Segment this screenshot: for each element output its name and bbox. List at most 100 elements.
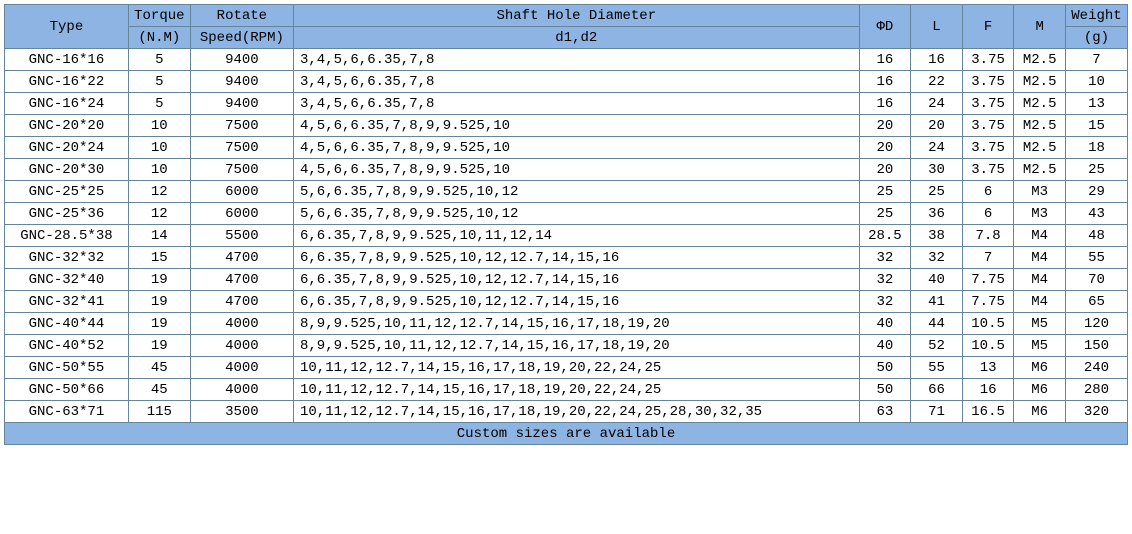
cell-d1d2: 6,6.35,7,8,9,9.525,10,12,12.7,14,15,16 — [293, 247, 859, 269]
cell-f: 16 — [962, 379, 1014, 401]
table-row: GNC-25*251260005,6,6.35,7,8,9,9.525,10,1… — [5, 181, 1128, 203]
cell-m: M6 — [1014, 379, 1066, 401]
cell-speed: 7500 — [190, 115, 293, 137]
cell-wt: 48 — [1065, 225, 1127, 247]
cell-type: GNC-16*24 — [5, 93, 129, 115]
cell-phid: 28.5 — [859, 225, 911, 247]
cell-m: M4 — [1014, 291, 1066, 313]
cell-torque: 10 — [128, 137, 190, 159]
cell-m: M5 — [1014, 313, 1066, 335]
cell-l: 44 — [911, 313, 963, 335]
cell-speed: 4700 — [190, 291, 293, 313]
cell-l: 52 — [911, 335, 963, 357]
cell-m: M6 — [1014, 357, 1066, 379]
header-f: F — [962, 5, 1014, 49]
header-shaft: Shaft Hole Diameter — [293, 5, 859, 27]
cell-speed: 9400 — [190, 93, 293, 115]
cell-type: GNC-50*66 — [5, 379, 129, 401]
table-row: GNC-63*71115350010,11,12,12.7,14,15,16,1… — [5, 401, 1128, 423]
cell-wt: 7 — [1065, 49, 1127, 71]
cell-d1d2: 10,11,12,12.7,14,15,16,17,18,19,20,22,24… — [293, 379, 859, 401]
cell-phid: 40 — [859, 335, 911, 357]
cell-d1d2: 4,5,6,6.35,7,8,9,9.525,10 — [293, 159, 859, 181]
header-phid: ΦD — [859, 5, 911, 49]
cell-l: 41 — [911, 291, 963, 313]
cell-f: 3.75 — [962, 137, 1014, 159]
cell-speed: 4000 — [190, 313, 293, 335]
cell-wt: 25 — [1065, 159, 1127, 181]
cell-d1d2: 5,6,6.35,7,8,9,9.525,10,12 — [293, 203, 859, 225]
cell-phid: 32 — [859, 291, 911, 313]
cell-torque: 15 — [128, 247, 190, 269]
cell-speed: 4000 — [190, 379, 293, 401]
cell-speed: 7500 — [190, 137, 293, 159]
cell-phid: 50 — [859, 379, 911, 401]
cell-f: 13 — [962, 357, 1014, 379]
cell-type: GNC-32*40 — [5, 269, 129, 291]
cell-type: GNC-20*20 — [5, 115, 129, 137]
table-row: GNC-50*6645400010,11,12,12.7,14,15,16,17… — [5, 379, 1128, 401]
cell-torque: 45 — [128, 379, 190, 401]
cell-d1d2: 10,11,12,12.7,14,15,16,17,18,19,20,22,24… — [293, 401, 859, 423]
table-row: GNC-20*201075004,5,6,6.35,7,8,9,9.525,10… — [5, 115, 1128, 137]
cell-type: GNC-25*36 — [5, 203, 129, 225]
cell-m: M5 — [1014, 335, 1066, 357]
cell-l: 30 — [911, 159, 963, 181]
cell-wt: 13 — [1065, 93, 1127, 115]
cell-m: M2.5 — [1014, 93, 1066, 115]
cell-f: 6 — [962, 203, 1014, 225]
cell-type: GNC-16*22 — [5, 71, 129, 93]
cell-f: 3.75 — [962, 115, 1014, 137]
cell-speed: 9400 — [190, 49, 293, 71]
cell-d1d2: 4,5,6,6.35,7,8,9,9.525,10 — [293, 115, 859, 137]
cell-wt: 18 — [1065, 137, 1127, 159]
header-speed: Rotate — [190, 5, 293, 27]
cell-type: GNC-40*52 — [5, 335, 129, 357]
cell-l: 40 — [911, 269, 963, 291]
cell-wt: 43 — [1065, 203, 1127, 225]
cell-type: GNC-20*24 — [5, 137, 129, 159]
cell-torque: 5 — [128, 71, 190, 93]
table-row: GNC-32*321547006,6.35,7,8,9,9.525,10,12,… — [5, 247, 1128, 269]
cell-torque: 19 — [128, 313, 190, 335]
table-row: GNC-16*16594003,4,5,6,6.35,7,816163.75M2… — [5, 49, 1128, 71]
cell-wt: 10 — [1065, 71, 1127, 93]
cell-wt: 150 — [1065, 335, 1127, 357]
table-row: GNC-40*441940008,9,9.525,10,11,12,12.7,1… — [5, 313, 1128, 335]
cell-l: 24 — [911, 137, 963, 159]
cell-wt: 55 — [1065, 247, 1127, 269]
cell-phid: 32 — [859, 247, 911, 269]
cell-m: M3 — [1014, 181, 1066, 203]
cell-torque: 115 — [128, 401, 190, 423]
cell-speed: 4700 — [190, 247, 293, 269]
cell-wt: 280 — [1065, 379, 1127, 401]
cell-f: 10.5 — [962, 335, 1014, 357]
cell-d1d2: 6,6.35,7,8,9,9.525,10,12,12.7,14,15,16 — [293, 291, 859, 313]
table-row: GNC-32*401947006,6.35,7,8,9,9.525,10,12,… — [5, 269, 1128, 291]
cell-l: 36 — [911, 203, 963, 225]
cell-d1d2: 4,5,6,6.35,7,8,9,9.525,10 — [293, 137, 859, 159]
cell-wt: 65 — [1065, 291, 1127, 313]
cell-speed: 4700 — [190, 269, 293, 291]
cell-wt: 120 — [1065, 313, 1127, 335]
cell-l: 55 — [911, 357, 963, 379]
cell-f: 16.5 — [962, 401, 1014, 423]
cell-wt: 15 — [1065, 115, 1127, 137]
cell-phid: 16 — [859, 49, 911, 71]
cell-f: 6 — [962, 181, 1014, 203]
cell-wt: 240 — [1065, 357, 1127, 379]
cell-torque: 10 — [128, 115, 190, 137]
cell-l: 71 — [911, 401, 963, 423]
table-row: GNC-50*5545400010,11,12,12.7,14,15,16,17… — [5, 357, 1128, 379]
cell-speed: 6000 — [190, 203, 293, 225]
cell-l: 16 — [911, 49, 963, 71]
cell-torque: 5 — [128, 49, 190, 71]
cell-f: 3.75 — [962, 159, 1014, 181]
cell-phid: 63 — [859, 401, 911, 423]
cell-type: GNC-25*25 — [5, 181, 129, 203]
cell-m: M2.5 — [1014, 71, 1066, 93]
cell-torque: 12 — [128, 203, 190, 225]
cell-type: GNC-40*44 — [5, 313, 129, 335]
header-type: Type — [5, 5, 129, 49]
table-row: GNC-20*301075004,5,6,6.35,7,8,9,9.525,10… — [5, 159, 1128, 181]
